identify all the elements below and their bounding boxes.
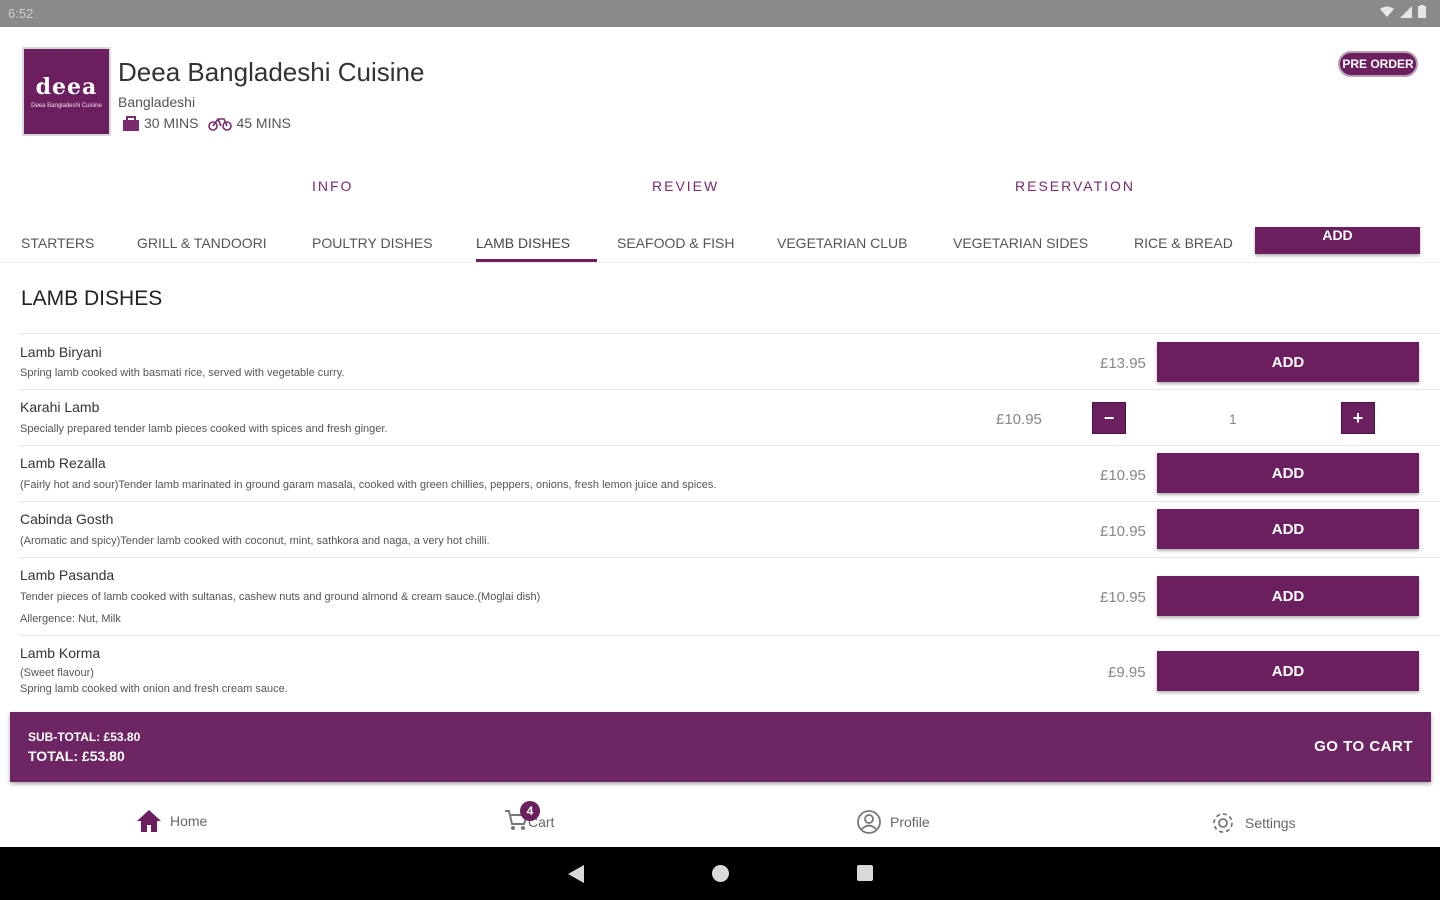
back-icon[interactable] (566, 864, 586, 884)
menu-item: Lamb Pasanda Tender pieces of lamb cooke… (19, 557, 1440, 635)
category-tab-poultry-dishes[interactable]: POULTRY DISHES (312, 235, 433, 251)
category-tab-starters[interactable]: STARTERS (21, 235, 94, 251)
quantity-value: 1 (1229, 411, 1237, 427)
cart-subtotal: SUB-TOTAL: £53.80 (28, 730, 141, 744)
item-description: Spring lamb cooked with onion and fresh … (20, 683, 288, 695)
nav-home[interactable]: Home (136, 809, 207, 833)
add-button[interactable]: ADD (1157, 576, 1419, 616)
logo-subtext: Deea Bangladeshi Cuisine (31, 103, 102, 109)
item-price: £9.95 (1108, 664, 1146, 681)
recents-icon[interactable] (856, 864, 874, 882)
pre-order-button[interactable]: PRE ORDER (1338, 51, 1418, 77)
decrease-quantity-button[interactable]: − (1092, 402, 1126, 434)
item-price: £10.95 (996, 411, 1042, 428)
service-timings: 30 MINS 45 MINS (122, 115, 291, 131)
bottom-navigation: Home 4 Cart Profile Settings (0, 795, 1440, 847)
go-to-cart-button[interactable]: GO TO CART (1314, 738, 1413, 755)
restaurant-header: deea Deea Bangladeshi Cuisine Deea Bangl… (0, 27, 1440, 157)
category-tabs: STARTERS GRILL & TANDOORI POULTRY DISHES… (0, 225, 1440, 263)
category-tab-grill-tandoori[interactable]: GRILL & TANDOORI (137, 235, 267, 251)
battery-icon (1418, 5, 1426, 18)
item-price: £10.95 (1100, 467, 1146, 484)
home-icon (137, 810, 161, 832)
add-button[interactable]: ADD (1157, 453, 1419, 493)
nav-profile-label: Profile (890, 814, 930, 830)
status-bar: 6:52 (0, 0, 1440, 27)
profile-icon (857, 810, 881, 834)
add-button[interactable]: ADD (1157, 509, 1419, 549)
category-tab-vegetarian-sides[interactable]: VEGETARIAN SIDES (953, 235, 1088, 251)
item-description: (Fairly hot and sour)Tender lamb marinat… (20, 479, 717, 491)
cart-total: TOTAL: £53.80 (28, 748, 125, 764)
cart-icon-wrapper: 4 (504, 801, 540, 834)
menu-item: Karahi Lamb Specially prepared tender la… (19, 389, 1440, 445)
increase-quantity-button[interactable]: + (1341, 402, 1375, 434)
menu-item: Cabinda Gosth (Aromatic and spicy)Tender… (19, 501, 1440, 557)
restaurant-cuisine: Bangladeshi (118, 94, 196, 110)
item-name: Cabinda Gosth (20, 511, 114, 527)
item-allergens: Allergence: Nut, Milk (20, 613, 121, 625)
item-description: Spring lamb cooked with basmati rice, se… (20, 367, 345, 379)
system-navigation-bar (0, 847, 1440, 900)
nav-settings[interactable]: Settings (1209, 809, 1296, 837)
category-tab-lamb-dishes[interactable]: LAMB DISHES (476, 235, 570, 251)
item-name: Karahi Lamb (20, 399, 100, 415)
section-title: LAMB DISHES (21, 287, 163, 310)
menu-item: Lamb Biryani Spring lamb cooked with bas… (19, 333, 1440, 389)
item-price: £13.95 (1100, 355, 1146, 372)
info-tabs: INFO REVIEW RESERVATION (0, 170, 1440, 202)
active-tab-indicator (476, 259, 597, 262)
status-icons (1380, 5, 1426, 18)
signal-icon (1400, 5, 1412, 18)
bicycle-icon (208, 118, 233, 131)
delivery-time: 45 MINS (236, 115, 291, 131)
tab-info[interactable]: INFO (312, 178, 353, 194)
logo-wordmark: deea (35, 74, 98, 100)
nav-cart[interactable]: 4 Cart (504, 801, 554, 834)
nav-home-label: Home (170, 813, 208, 829)
home-circle-icon[interactable] (711, 864, 730, 883)
category-tab-seafood-fish[interactable]: SEAFOOD & FISH (617, 235, 734, 251)
tab-review[interactable]: REVIEW (652, 178, 719, 194)
tab-reservation[interactable]: RESERVATION (1015, 178, 1135, 194)
item-name: Lamb Biryani (20, 344, 102, 360)
item-flavour: (Sweet flavour) (20, 667, 94, 679)
nav-profile[interactable]: Profile (856, 809, 930, 835)
item-name: Lamb Pasanda (20, 567, 115, 583)
overlay-add-button[interactable]: ADD (1255, 227, 1420, 254)
item-name: Lamb Korma (20, 645, 101, 661)
restaurant-name: Deea Bangladeshi Cuisine (118, 57, 425, 87)
cart-summary-bar[interactable]: SUB-TOTAL: £53.80 TOTAL: £53.80 GO TO CA… (10, 712, 1431, 782)
menu-item: Lamb Korma (Sweet flavour) Spring lamb c… (19, 635, 1440, 709)
collection-time: 30 MINS (144, 115, 199, 131)
item-price: £10.95 (1100, 523, 1146, 540)
item-price: £10.95 (1100, 589, 1146, 606)
status-time: 6:52 (8, 6, 34, 21)
item-description: (Aromatic and spicy)Tender lamb cooked w… (20, 535, 490, 547)
menu-item: Lamb Rezalla (Fairly hot and sour)Tender… (19, 445, 1440, 501)
add-button[interactable]: ADD (1157, 342, 1419, 382)
item-name: Lamb Rezalla (20, 455, 106, 471)
wifi-icon (1380, 6, 1394, 17)
settings-gear-icon (1213, 813, 1233, 833)
add-button[interactable]: ADD (1157, 651, 1419, 691)
cart-count-badge: 4 (520, 801, 540, 821)
category-tab-vegetarian-club[interactable]: VEGETARIAN CLUB (777, 235, 907, 251)
restaurant-logo: deea Deea Bangladeshi Cuisine (22, 47, 111, 136)
item-description: Specially prepared tender lamb pieces co… (20, 423, 388, 435)
item-description: Tender pieces of lamb cooked with sultan… (20, 591, 541, 603)
category-tab-rice-bread[interactable]: RICE & BREAD (1134, 235, 1233, 251)
nav-settings-label: Settings (1245, 815, 1296, 831)
shopping-bag-icon (123, 116, 139, 131)
